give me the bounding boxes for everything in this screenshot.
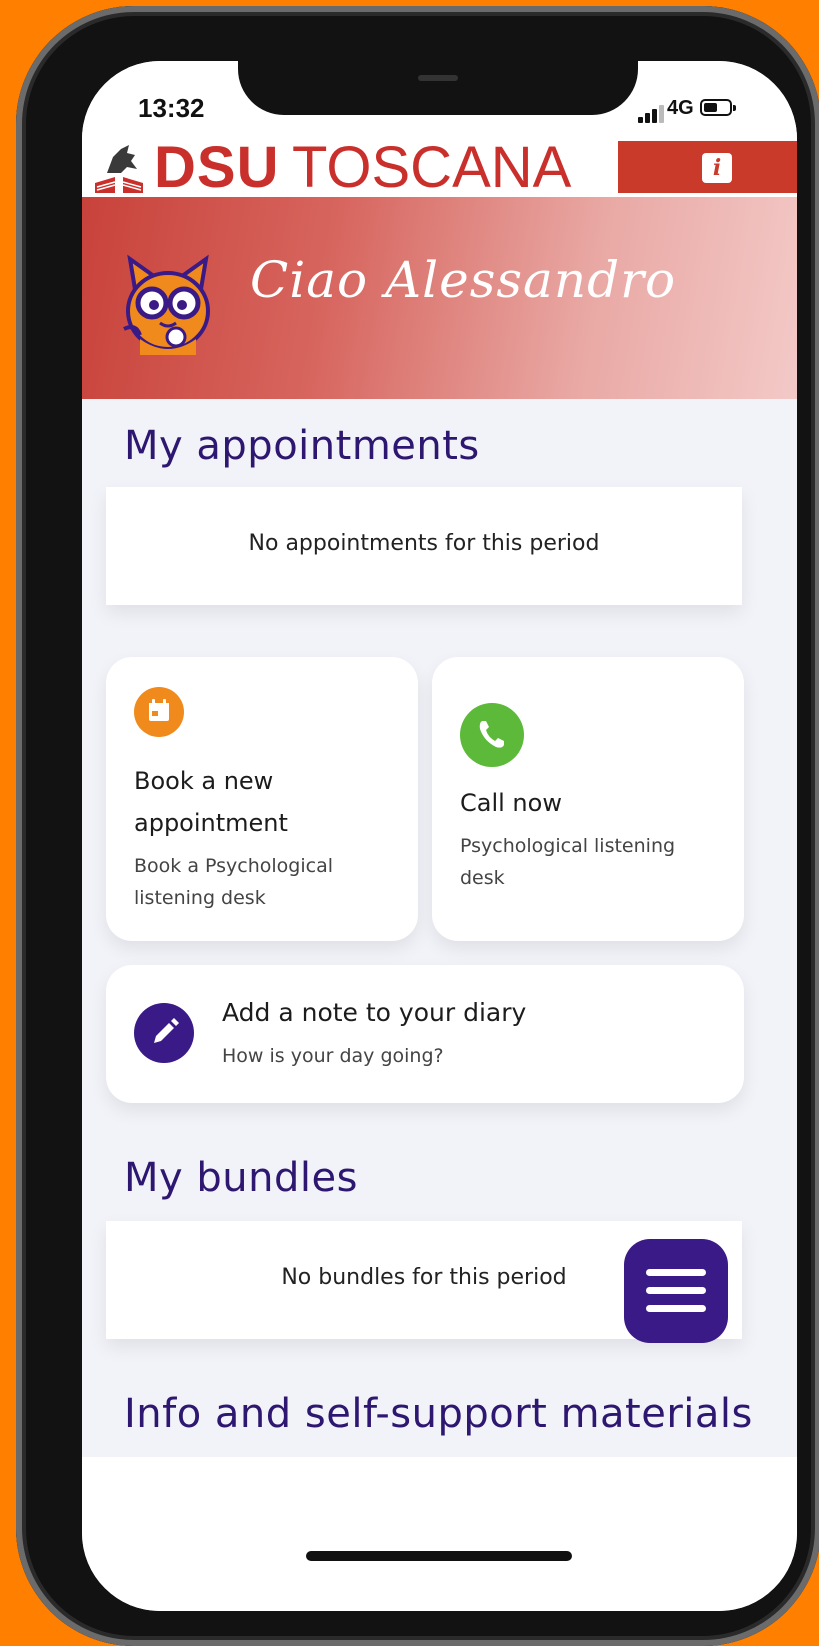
battery-icon — [700, 99, 736, 116]
network-label: 4G — [667, 97, 694, 119]
phone-icon — [460, 703, 524, 767]
diary-subtitle: How is your day going? — [222, 1045, 444, 1067]
appointments-card: No appointments for this period — [106, 487, 742, 605]
phone-frame: 13:32 4G DSU TOSCANA i Ciao Alessandro M… — [16, 6, 819, 1646]
brand-dsu: DSU — [154, 135, 280, 200]
call-subtitle-line1: Psychological listening — [460, 835, 676, 857]
book-title-line2: appointment — [134, 809, 288, 837]
book-subtitle-line2: listening desk — [134, 887, 266, 909]
book-appointment-tile[interactable]: Book a new appointment Book a Psychologi… — [106, 657, 418, 941]
home-indicator[interactable] — [306, 1551, 572, 1561]
cat-mascot-icon — [123, 254, 210, 355]
menu-button[interactable] — [624, 1239, 728, 1343]
appointments-empty-text: No appointments for this period — [248, 531, 600, 556]
notch — [238, 61, 638, 115]
greeting-text: Ciao Alessandro — [250, 251, 677, 309]
diary-note-tile[interactable]: Add a note to your diary How is your day… — [106, 965, 744, 1103]
dsu-logo-icon — [95, 145, 143, 193]
info-materials-title: Info and self-support materials — [124, 1391, 753, 1437]
bottom-safe-area — [82, 1457, 797, 1611]
diary-title: Add a note to your diary — [222, 998, 527, 1027]
bundles-title: My bundles — [124, 1155, 358, 1201]
status-time: 13:32 — [138, 93, 205, 123]
greeting-banner: Ciao Alessandro — [82, 197, 797, 399]
call-subtitle-line2: desk — [460, 867, 505, 889]
brand-toscana: TOSCANA — [292, 135, 572, 200]
call-now-tile[interactable]: Call now Psychological listening desk — [432, 657, 744, 941]
pencil-icon — [134, 1003, 194, 1063]
call-title: Call now — [460, 789, 562, 817]
calendar-icon — [134, 687, 184, 737]
book-title-line1: Book a new — [134, 767, 274, 795]
book-subtitle-line1: Book a Psychological — [134, 855, 333, 877]
info-button[interactable]: i — [702, 153, 732, 183]
appointments-title: My appointments — [124, 423, 480, 469]
brand-bar: DSU TOSCANA i — [82, 135, 797, 200]
app-screen: 13:32 4G DSU TOSCANA i Ciao Alessandro M… — [82, 61, 797, 1611]
